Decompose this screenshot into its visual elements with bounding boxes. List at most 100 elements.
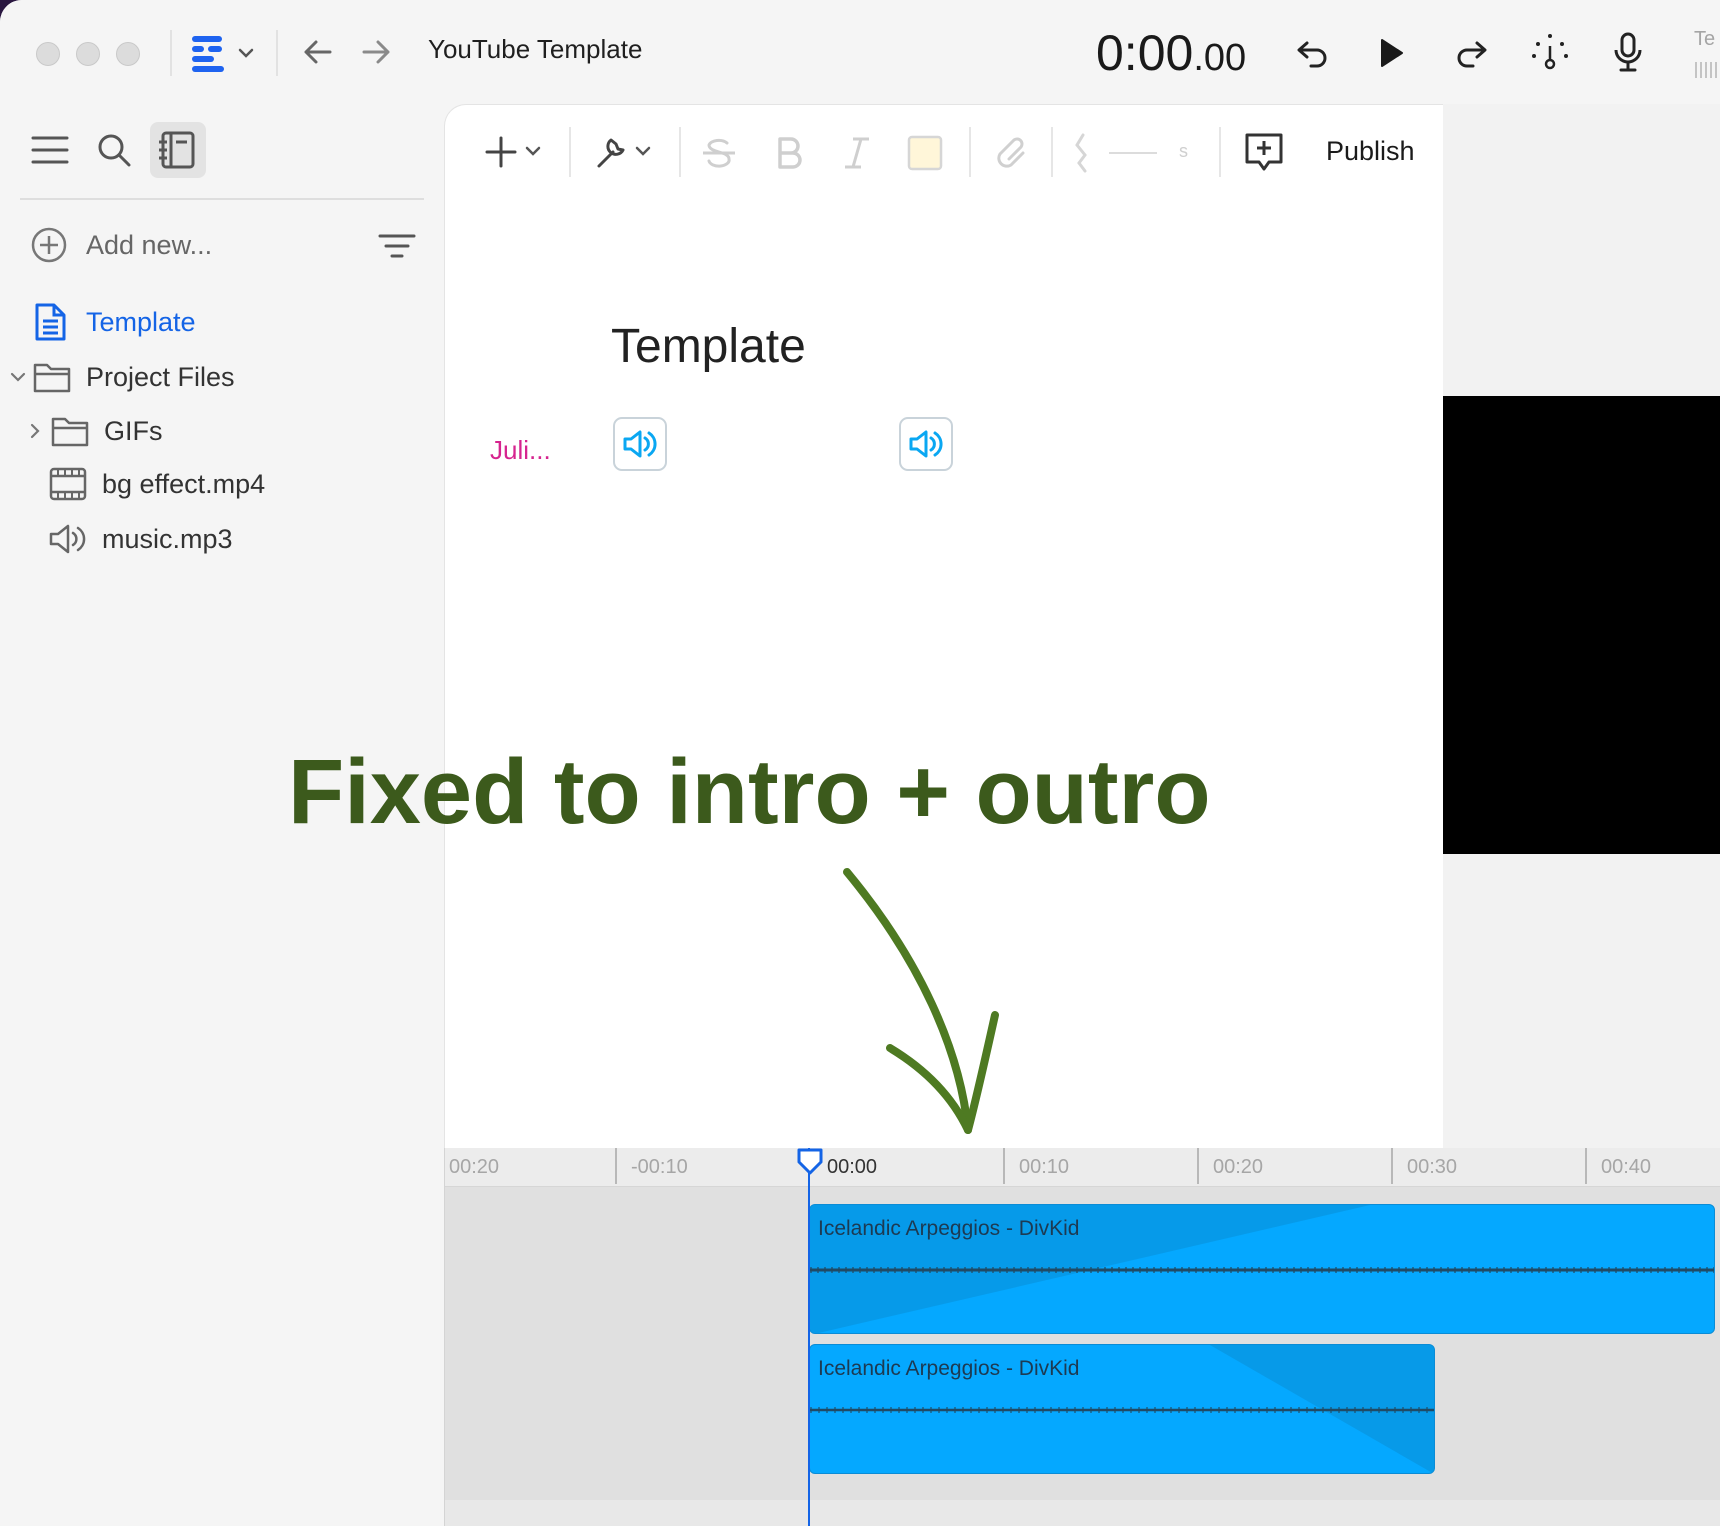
sidebar-item-music[interactable]: music.mp3	[48, 522, 233, 556]
search-button[interactable]	[92, 128, 136, 172]
record-button[interactable]	[1604, 28, 1652, 76]
document-icon	[35, 303, 66, 341]
sparkle-cursor-icon	[1532, 34, 1568, 70]
folder-icon	[33, 363, 71, 393]
gap-control[interactable]	[1069, 131, 1189, 175]
sidebar-item-label: bg effect.mp4	[102, 468, 266, 499]
audio-clip-outro[interactable]: Icelandic Arpeggios - DivKid	[809, 1344, 1435, 1474]
forward-button[interactable]	[356, 32, 396, 72]
tick-label: -00:10	[631, 1156, 688, 1178]
plus-circle-icon	[31, 227, 67, 263]
tick-label: 00:20	[449, 1156, 500, 1178]
toolbar-divider	[1051, 127, 1053, 177]
sidebar-divider	[20, 198, 424, 200]
divider	[170, 30, 172, 76]
timeline-scrollbar-track[interactable]	[445, 1500, 1720, 1526]
toolbar-divider	[969, 127, 971, 177]
window-zoom-button[interactable]	[116, 42, 140, 66]
add-new-label: Add new...	[86, 229, 213, 260]
wrench-icon	[597, 138, 651, 168]
sidebar-item-project-files[interactable]: Project Files	[8, 360, 235, 394]
playhead[interactable]	[808, 1148, 810, 1526]
app-logo-icon	[192, 36, 254, 72]
tick-label: 00:40	[1601, 1156, 1652, 1178]
link-icon	[997, 137, 1025, 168]
highlight-icon	[907, 135, 943, 171]
bold-button[interactable]	[767, 131, 811, 175]
timecode-display: 0:00.00	[1096, 24, 1246, 82]
strikethrough-icon	[703, 138, 735, 168]
tick-mark	[1003, 1148, 1005, 1184]
hamburger-icon	[31, 136, 69, 164]
toolbar-divider	[679, 127, 681, 177]
meter-icon	[1695, 62, 1717, 78]
page-title[interactable]: Template	[611, 319, 806, 374]
filter-button[interactable]	[376, 228, 418, 264]
skip-back-button[interactable]	[1290, 30, 1336, 76]
speaker-label[interactable]: Juli...	[490, 435, 551, 466]
audio-clip-marker[interactable]	[899, 417, 953, 471]
audio-clip-intro[interactable]: Icelandic Arpeggios - DivKid	[809, 1204, 1715, 1334]
notebook-icon	[159, 131, 195, 169]
tick-label: 00:10	[1019, 1156, 1070, 1178]
tools-button[interactable]	[593, 129, 659, 175]
link-button[interactable]	[989, 131, 1033, 175]
highlight-button[interactable]	[903, 131, 947, 175]
divider	[276, 30, 278, 76]
timecode-fraction: .00	[1193, 37, 1247, 79]
speaker-icon	[909, 430, 943, 458]
speaker-icon	[623, 430, 657, 458]
menu-button[interactable]	[28, 128, 72, 172]
chevron-right-icon[interactable]	[26, 421, 44, 441]
play-button[interactable]	[1368, 30, 1414, 76]
clip-title: Icelandic Arpeggios - DivKid	[818, 1217, 1080, 1240]
sidebar-item-template[interactable]: Template	[32, 302, 196, 342]
gap-unit-label: s	[1179, 141, 1188, 161]
sidebar-item-label: music.mp3	[102, 523, 233, 554]
publish-button[interactable]: Publish	[1320, 135, 1421, 168]
scene-button[interactable]	[1526, 28, 1574, 76]
italic-icon	[845, 137, 869, 169]
window-close-button[interactable]	[36, 42, 60, 66]
play-icon	[1381, 39, 1403, 67]
pause-gap-icon	[1075, 133, 1157, 173]
sidebar-item-label: Project Files	[86, 361, 235, 392]
tick-mark	[1585, 1148, 1587, 1184]
back-button[interactable]	[298, 32, 338, 72]
tick-mark	[1197, 1148, 1199, 1184]
timeline-ruler[interactable]: 00:20 -00:10 00:00 00:10 00:20 00:30 00:…	[445, 1148, 1720, 1187]
tick-label: 00:20	[1213, 1156, 1264, 1178]
sidebar-item-gifs[interactable]: GIFs	[26, 414, 163, 448]
app-menu-button[interactable]	[188, 30, 258, 76]
tick-mark	[615, 1148, 617, 1184]
search-icon	[98, 134, 131, 167]
timeline[interactable]: 00:20 -00:10 00:00 00:10 00:20 00:30 00:…	[444, 1148, 1720, 1526]
title-bar: YouTube Template 0:00.00 Te	[0, 0, 1720, 104]
skip-forward-icon	[1457, 41, 1487, 68]
tick-mark	[1391, 1148, 1393, 1184]
notebook-button[interactable]	[150, 122, 206, 178]
chevron-down-icon[interactable]	[8, 367, 28, 387]
arrow-left-icon	[304, 40, 332, 64]
insert-button[interactable]	[485, 129, 549, 175]
annotation-text: Fixed to intro + outro	[288, 741, 1211, 843]
document-title: YouTube Template	[428, 34, 643, 64]
clipped-toolbar-label: Te	[1694, 28, 1716, 50]
skip-forward-button[interactable]	[1448, 30, 1494, 76]
add-comment-button[interactable]	[1239, 127, 1289, 177]
toolbar-divider	[1219, 127, 1221, 177]
sidebar-item-label: GIFs	[104, 415, 163, 446]
add-new-button[interactable]: Add new...	[30, 226, 212, 264]
italic-button[interactable]	[835, 131, 879, 175]
playhead-handle-icon[interactable]	[797, 1148, 823, 1176]
audio-clip-marker[interactable]	[613, 417, 667, 471]
plus-icon	[485, 136, 541, 168]
bold-icon	[778, 137, 802, 169]
window-minimize-button[interactable]	[76, 42, 100, 66]
comment-plus-icon	[1245, 133, 1283, 171]
timecode-main: 0:00	[1096, 25, 1194, 81]
folder-icon	[51, 417, 89, 447]
sidebar-item-bg-effect[interactable]: bg effect.mp4	[48, 466, 265, 502]
strikethrough-button[interactable]	[697, 131, 741, 175]
toolbar-divider	[569, 127, 571, 177]
